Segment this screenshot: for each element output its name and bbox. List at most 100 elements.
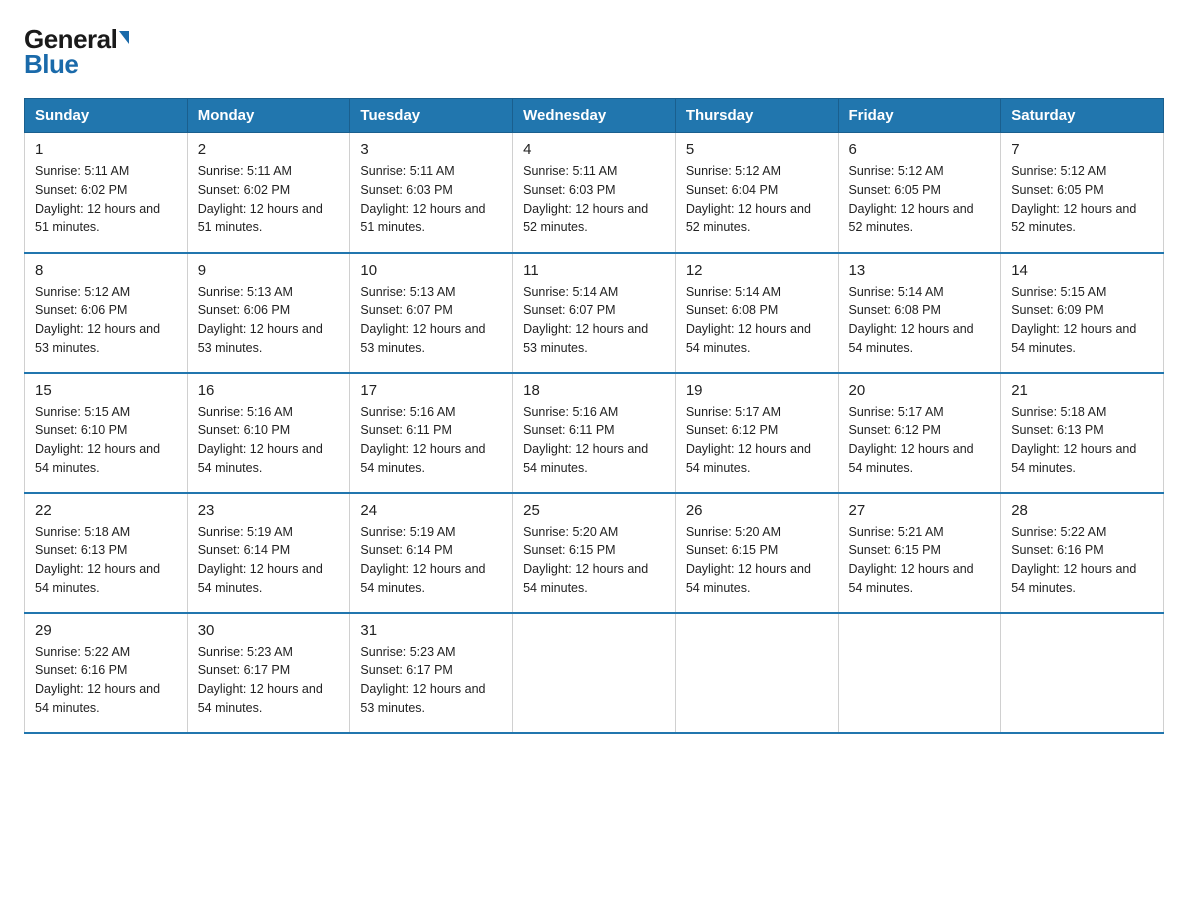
logo-triangle-icon — [119, 31, 129, 44]
table-row: 20 Sunrise: 5:17 AMSunset: 6:12 PMDaylig… — [838, 373, 1001, 493]
table-row: 25 Sunrise: 5:20 AMSunset: 6:15 PMDaylig… — [513, 493, 676, 613]
day-number: 20 — [849, 382, 991, 399]
day-number: 16 — [198, 382, 340, 399]
table-row: 24 Sunrise: 5:19 AMSunset: 6:14 PMDaylig… — [350, 493, 513, 613]
table-row: 6 Sunrise: 5:12 AMSunset: 6:05 PMDayligh… — [838, 133, 1001, 253]
day-number: 21 — [1011, 382, 1153, 399]
table-row: 21 Sunrise: 5:18 AMSunset: 6:13 PMDaylig… — [1001, 373, 1164, 493]
day-info: Sunrise: 5:20 AMSunset: 6:15 PMDaylight:… — [523, 523, 665, 598]
table-row: 26 Sunrise: 5:20 AMSunset: 6:15 PMDaylig… — [675, 493, 838, 613]
day-number: 22 — [35, 502, 177, 519]
day-info: Sunrise: 5:11 AMSunset: 6:02 PMDaylight:… — [35, 162, 177, 237]
calendar-table: Sunday Monday Tuesday Wednesday Thursday… — [24, 98, 1164, 734]
day-number: 14 — [1011, 262, 1153, 279]
day-number: 2 — [198, 141, 340, 158]
day-info: Sunrise: 5:18 AMSunset: 6:13 PMDaylight:… — [1011, 403, 1153, 478]
day-info: Sunrise: 5:16 AMSunset: 6:11 PMDaylight:… — [360, 403, 502, 478]
table-row: 17 Sunrise: 5:16 AMSunset: 6:11 PMDaylig… — [350, 373, 513, 493]
day-info: Sunrise: 5:22 AMSunset: 6:16 PMDaylight:… — [1011, 523, 1153, 598]
day-info: Sunrise: 5:18 AMSunset: 6:13 PMDaylight:… — [35, 523, 177, 598]
table-row: 16 Sunrise: 5:16 AMSunset: 6:10 PMDaylig… — [187, 373, 350, 493]
table-row: 8 Sunrise: 5:12 AMSunset: 6:06 PMDayligh… — [25, 253, 188, 373]
day-info: Sunrise: 5:21 AMSunset: 6:15 PMDaylight:… — [849, 523, 991, 598]
calendar-week-row: 22 Sunrise: 5:18 AMSunset: 6:13 PMDaylig… — [25, 493, 1164, 613]
day-info: Sunrise: 5:23 AMSunset: 6:17 PMDaylight:… — [360, 643, 502, 718]
table-row: 29 Sunrise: 5:22 AMSunset: 6:16 PMDaylig… — [25, 613, 188, 733]
day-info: Sunrise: 5:13 AMSunset: 6:06 PMDaylight:… — [198, 283, 340, 358]
logo: General Blue — [24, 24, 129, 80]
table-row: 14 Sunrise: 5:15 AMSunset: 6:09 PMDaylig… — [1001, 253, 1164, 373]
day-info: Sunrise: 5:16 AMSunset: 6:10 PMDaylight:… — [198, 403, 340, 478]
day-info: Sunrise: 5:17 AMSunset: 6:12 PMDaylight:… — [849, 403, 991, 478]
day-number: 18 — [523, 382, 665, 399]
day-info: Sunrise: 5:13 AMSunset: 6:07 PMDaylight:… — [360, 283, 502, 358]
calendar-week-row: 8 Sunrise: 5:12 AMSunset: 6:06 PMDayligh… — [25, 253, 1164, 373]
day-info: Sunrise: 5:23 AMSunset: 6:17 PMDaylight:… — [198, 643, 340, 718]
day-number: 24 — [360, 502, 502, 519]
logo-blue-text: Blue — [24, 49, 78, 80]
day-number: 11 — [523, 262, 665, 279]
day-number: 4 — [523, 141, 665, 158]
day-info: Sunrise: 5:12 AMSunset: 6:04 PMDaylight:… — [686, 162, 828, 237]
day-number: 8 — [35, 262, 177, 279]
day-number: 15 — [35, 382, 177, 399]
day-info: Sunrise: 5:11 AMSunset: 6:02 PMDaylight:… — [198, 162, 340, 237]
day-number: 27 — [849, 502, 991, 519]
table-row: 13 Sunrise: 5:14 AMSunset: 6:08 PMDaylig… — [838, 253, 1001, 373]
table-row — [513, 613, 676, 733]
calendar-header: Sunday Monday Tuesday Wednesday Thursday… — [25, 99, 1164, 133]
day-number: 5 — [686, 141, 828, 158]
table-row: 5 Sunrise: 5:12 AMSunset: 6:04 PMDayligh… — [675, 133, 838, 253]
table-row: 18 Sunrise: 5:16 AMSunset: 6:11 PMDaylig… — [513, 373, 676, 493]
table-row: 28 Sunrise: 5:22 AMSunset: 6:16 PMDaylig… — [1001, 493, 1164, 613]
day-number: 12 — [686, 262, 828, 279]
day-number: 23 — [198, 502, 340, 519]
table-row: 4 Sunrise: 5:11 AMSunset: 6:03 PMDayligh… — [513, 133, 676, 253]
day-number: 29 — [35, 622, 177, 639]
day-number: 19 — [686, 382, 828, 399]
day-info: Sunrise: 5:11 AMSunset: 6:03 PMDaylight:… — [523, 162, 665, 237]
day-number: 3 — [360, 141, 502, 158]
table-row: 30 Sunrise: 5:23 AMSunset: 6:17 PMDaylig… — [187, 613, 350, 733]
day-info: Sunrise: 5:17 AMSunset: 6:12 PMDaylight:… — [686, 403, 828, 478]
table-row: 3 Sunrise: 5:11 AMSunset: 6:03 PMDayligh… — [350, 133, 513, 253]
day-info: Sunrise: 5:12 AMSunset: 6:05 PMDaylight:… — [1011, 162, 1153, 237]
day-info: Sunrise: 5:19 AMSunset: 6:14 PMDaylight:… — [198, 523, 340, 598]
table-row: 1 Sunrise: 5:11 AMSunset: 6:02 PMDayligh… — [25, 133, 188, 253]
day-info: Sunrise: 5:22 AMSunset: 6:16 PMDaylight:… — [35, 643, 177, 718]
calendar-week-row: 1 Sunrise: 5:11 AMSunset: 6:02 PMDayligh… — [25, 133, 1164, 253]
table-row — [675, 613, 838, 733]
page-header: General Blue — [24, 24, 1164, 80]
table-row: 27 Sunrise: 5:21 AMSunset: 6:15 PMDaylig… — [838, 493, 1001, 613]
day-number: 10 — [360, 262, 502, 279]
table-row — [838, 613, 1001, 733]
header-thursday: Thursday — [675, 99, 838, 133]
table-row: 11 Sunrise: 5:14 AMSunset: 6:07 PMDaylig… — [513, 253, 676, 373]
table-row: 2 Sunrise: 5:11 AMSunset: 6:02 PMDayligh… — [187, 133, 350, 253]
header-tuesday: Tuesday — [350, 99, 513, 133]
table-row: 22 Sunrise: 5:18 AMSunset: 6:13 PMDaylig… — [25, 493, 188, 613]
day-number: 7 — [1011, 141, 1153, 158]
table-row: 12 Sunrise: 5:14 AMSunset: 6:08 PMDaylig… — [675, 253, 838, 373]
day-info: Sunrise: 5:16 AMSunset: 6:11 PMDaylight:… — [523, 403, 665, 478]
day-info: Sunrise: 5:14 AMSunset: 6:08 PMDaylight:… — [849, 283, 991, 358]
day-number: 26 — [686, 502, 828, 519]
table-row: 23 Sunrise: 5:19 AMSunset: 6:14 PMDaylig… — [187, 493, 350, 613]
header-sunday: Sunday — [25, 99, 188, 133]
table-row: 15 Sunrise: 5:15 AMSunset: 6:10 PMDaylig… — [25, 373, 188, 493]
header-monday: Monday — [187, 99, 350, 133]
day-info: Sunrise: 5:15 AMSunset: 6:09 PMDaylight:… — [1011, 283, 1153, 358]
table-row: 10 Sunrise: 5:13 AMSunset: 6:07 PMDaylig… — [350, 253, 513, 373]
table-row: 31 Sunrise: 5:23 AMSunset: 6:17 PMDaylig… — [350, 613, 513, 733]
day-info: Sunrise: 5:11 AMSunset: 6:03 PMDaylight:… — [360, 162, 502, 237]
day-number: 25 — [523, 502, 665, 519]
table-row: 7 Sunrise: 5:12 AMSunset: 6:05 PMDayligh… — [1001, 133, 1164, 253]
day-info: Sunrise: 5:12 AMSunset: 6:05 PMDaylight:… — [849, 162, 991, 237]
day-info: Sunrise: 5:12 AMSunset: 6:06 PMDaylight:… — [35, 283, 177, 358]
day-number: 6 — [849, 141, 991, 158]
day-number: 31 — [360, 622, 502, 639]
day-number: 17 — [360, 382, 502, 399]
header-saturday: Saturday — [1001, 99, 1164, 133]
day-number: 13 — [849, 262, 991, 279]
header-row: Sunday Monday Tuesday Wednesday Thursday… — [25, 99, 1164, 133]
